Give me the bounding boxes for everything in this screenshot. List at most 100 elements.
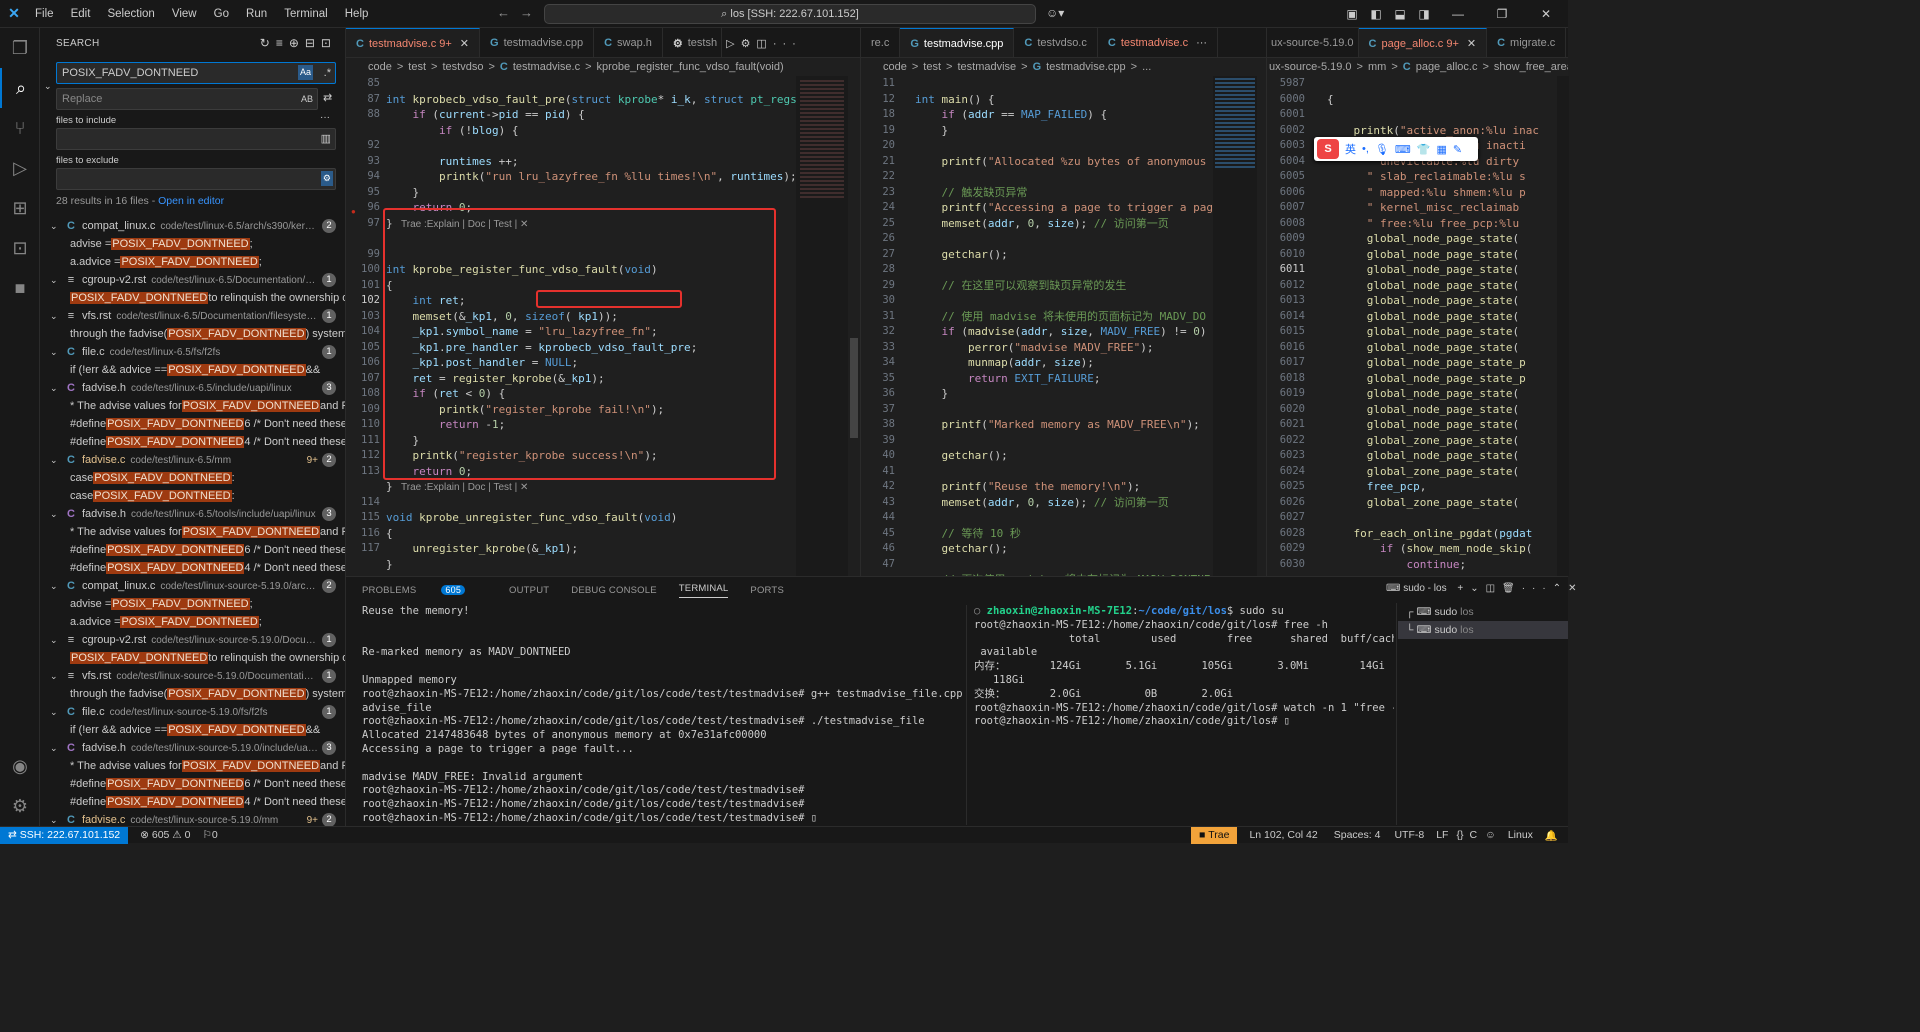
result-match[interactable]: advise = POSIX_FADV_DONTNEED; [40,595,345,613]
breadcrumb-item[interactable]: C [500,61,508,73]
toggle-sidebar-icon[interactable]: ◧ [1364,7,1388,21]
chevron-down-icon[interactable]: ⌄ [50,455,64,466]
run-debug-icon[interactable]: ▷ [0,148,40,188]
toggle-secondary-icon[interactable]: ◨ [1412,7,1436,21]
microphone-icon[interactable]: 🎙 [1375,143,1389,156]
copilot-status-icon[interactable]: ☺ [1485,829,1496,841]
tab-testsh[interactable]: ⚙ testsh [663,28,723,57]
result-file[interactable]: ⌄ ≡ cgroup-v2.rst code/test/linux-6.5/Docum… [40,271,345,289]
result-match[interactable]: POSIX_FADV_DONTNEED to relinquish the ow… [40,649,345,667]
result-match[interactable]: POSIX_FADV_DONTNEED to relinquish the ow… [40,289,345,307]
breadcrumb-item[interactable]: > [1391,61,1397,73]
menu-edit[interactable]: Edit [64,8,98,20]
tab-re-c[interactable]: re.c [861,28,901,57]
breadcrumb-item[interactable]: > [1021,61,1027,73]
breadcrumb-item[interactable]: test [408,61,426,73]
files-include-input[interactable]: ▥ [56,128,336,150]
result-file[interactable]: ⌄ ≡ vfs.rst code/test/linux-6.5/Documentati… [40,307,345,325]
explorer-icon[interactable]: ❐ [0,28,40,68]
breadcrumb-item[interactable]: mm [1368,61,1386,73]
result-file[interactable]: ⌄ Cfadvise.h code/test/linux-source-5.19.0… [40,739,345,757]
breadcrumb-item[interactable]: > [912,61,918,73]
replace-input[interactable]: Replace AB [56,88,318,110]
tab-migrate-c[interactable]: Cmigrate.c [1487,28,1567,57]
breadcrumb-item[interactable]: > [1131,61,1137,73]
result-match[interactable]: a.advice = POSIX_FADV_DONTNEED; [40,253,345,271]
close-tab-icon[interactable]: ✕ [460,37,469,50]
keyboard-icon[interactable]: ⌨ [1395,143,1411,156]
problems-status[interactable]: ⊗ 605 ⚠ 0 [140,829,190,841]
chevron-down-icon[interactable]: ⌄ [50,347,64,358]
result-file[interactable]: ⌄ Cfile.c code/test/linux-source-5.19.0/fs… [40,703,345,721]
result-file[interactable]: ⌄ ≡ vfs.rst code/test/linux-source-5.19.0/D… [40,667,345,685]
book-icon[interactable]: ▥ [321,129,331,149]
remote-explorer-icon[interactable]: ⊡ [0,228,40,268]
chevron-down-icon[interactable]: ⌄ [50,221,64,232]
search-icon[interactable]: ⌕ [0,68,40,108]
result-match[interactable]: if (!err && advice == POSIX_FADV_DONTNEE… [40,361,345,379]
close-tab-icon[interactable]: ✕ [1467,37,1476,50]
breadcrumb-item[interactable]: code [368,61,392,73]
breadcrumb-item[interactable]: > [397,61,403,73]
terminal-label[interactable]: sudo - los [1403,583,1446,594]
chevron-down-icon[interactable]: ⌄ [50,635,64,646]
trae-codelens-2[interactable]: Trae :Explain | Doc | Test | ✕ [401,482,528,493]
exclude-settings-icon[interactable]: ⚙ [320,171,333,186]
chevron-down-icon[interactable]: ⌄ [50,311,64,322]
tab-testmadvise-c[interactable]: Ctestmadvise.c ··· [1098,28,1219,57]
notifications-icon[interactable]: 🔔 [1545,829,1558,842]
nav-arrows[interactable]: ←→ [497,5,543,20]
toggle-replace-chevron-icon[interactable]: ⌄ [44,81,52,92]
trae-status[interactable]: ■ Trae [1191,826,1238,844]
match-case-icon[interactable]: Aa [297,65,313,80]
chevron-down-icon[interactable]: ⌄ [50,671,64,682]
breadcrumb-item[interactable]: > [488,61,494,73]
breadcrumb-item[interactable]: > [431,61,437,73]
ime-toolbar[interactable]: S 英 •, 🎙 ⌨ 👕 ▦ ✎ [1314,137,1478,161]
tab-testvdso-c[interactable]: Ctestvdso.c [1014,28,1098,57]
brace-icon[interactable]: {} [1456,829,1463,841]
more-options-icon[interactable]: ··· [320,112,330,123]
breadcrumb-item[interactable]: code [883,61,907,73]
result-file[interactable]: ⌄ Cfadvise.c code/test/linux-source-5.19.0… [40,811,345,826]
chevron-down-icon[interactable]: ⌄ [50,707,64,718]
terminal-instance-active[interactable]: └ ⌨ sudo los [1398,621,1568,639]
open-in-editor-link[interactable]: Open in editor [158,195,224,207]
restore-icon[interactable]: ❐ [1480,7,1524,21]
remote-indicator[interactable]: ⇄ SSH: 222.67.101.152 [0,826,129,844]
breadcrumb-item[interactable]: C [1403,61,1411,73]
terminal-left[interactable]: Reuse the memory! Re-marked memory as MA… [362,605,962,825]
breadcrumb-item[interactable]: > [585,61,591,73]
account-icon[interactable]: ◉ [0,746,40,786]
tab-problems[interactable]: PROBLEMS 605 [362,584,487,596]
menu-view[interactable]: View [165,8,204,20]
menu-help[interactable]: Help [338,8,376,20]
result-file[interactable]: ⌄ Cfadvise.h code/test/linux-6.5/include/u… [40,379,345,397]
result-match[interactable]: case POSIX_FADV_DONTNEED: [40,469,345,487]
skin-icon[interactable]: ✎ [1453,143,1462,156]
forward-arrow-icon[interactable]: → [520,5,543,20]
tab-testmadvise-cpp[interactable]: Gtestmadvise.cpp [900,28,1015,57]
scrollbar-thumb[interactable] [850,338,858,438]
editor-actions[interactable]: ▷⚙◫··· [722,28,806,57]
back-arrow-icon[interactable]: ← [497,5,520,20]
replace-all-icon[interactable]: ⇄ [323,91,332,104]
breadcrumb-item[interactable]: testmadvise [957,61,1016,73]
breadcrumb-item[interactable]: test [923,61,941,73]
menu-run[interactable]: Run [239,8,274,20]
toggle-panel-icon[interactable]: ⬓ [1388,7,1412,21]
grid-icon[interactable]: ▦ [1436,143,1446,156]
tab-testmadvise-cpp[interactable]: Gtestmadvise.cpp [480,28,595,57]
minimap[interactable] [1213,76,1257,576]
search-input[interactable]: POSIX_FADV_DONTNEED Aa .* [56,62,336,84]
minimap[interactable] [796,76,848,576]
command-center[interactable]: ⌕ los [SSH: 222.67.101.152] [544,4,1036,24]
os-label[interactable]: Linux [1508,829,1533,841]
breadcrumb-item[interactable]: ... [1142,61,1151,73]
settings-gear-icon[interactable]: ⚙ [0,786,40,826]
result-match[interactable]: #define POSIX_FADV_DONTNEED 6 /* Don't n… [40,775,345,793]
files-exclude-input[interactable]: ⚙ [56,168,336,190]
breadcrumb-item[interactable]: ux-source-5.19.0 [1269,61,1352,73]
minimap[interactable] [1557,76,1569,576]
result-match[interactable]: through the fadvise(POSIX_FADV_DONTNEED)… [40,325,345,343]
